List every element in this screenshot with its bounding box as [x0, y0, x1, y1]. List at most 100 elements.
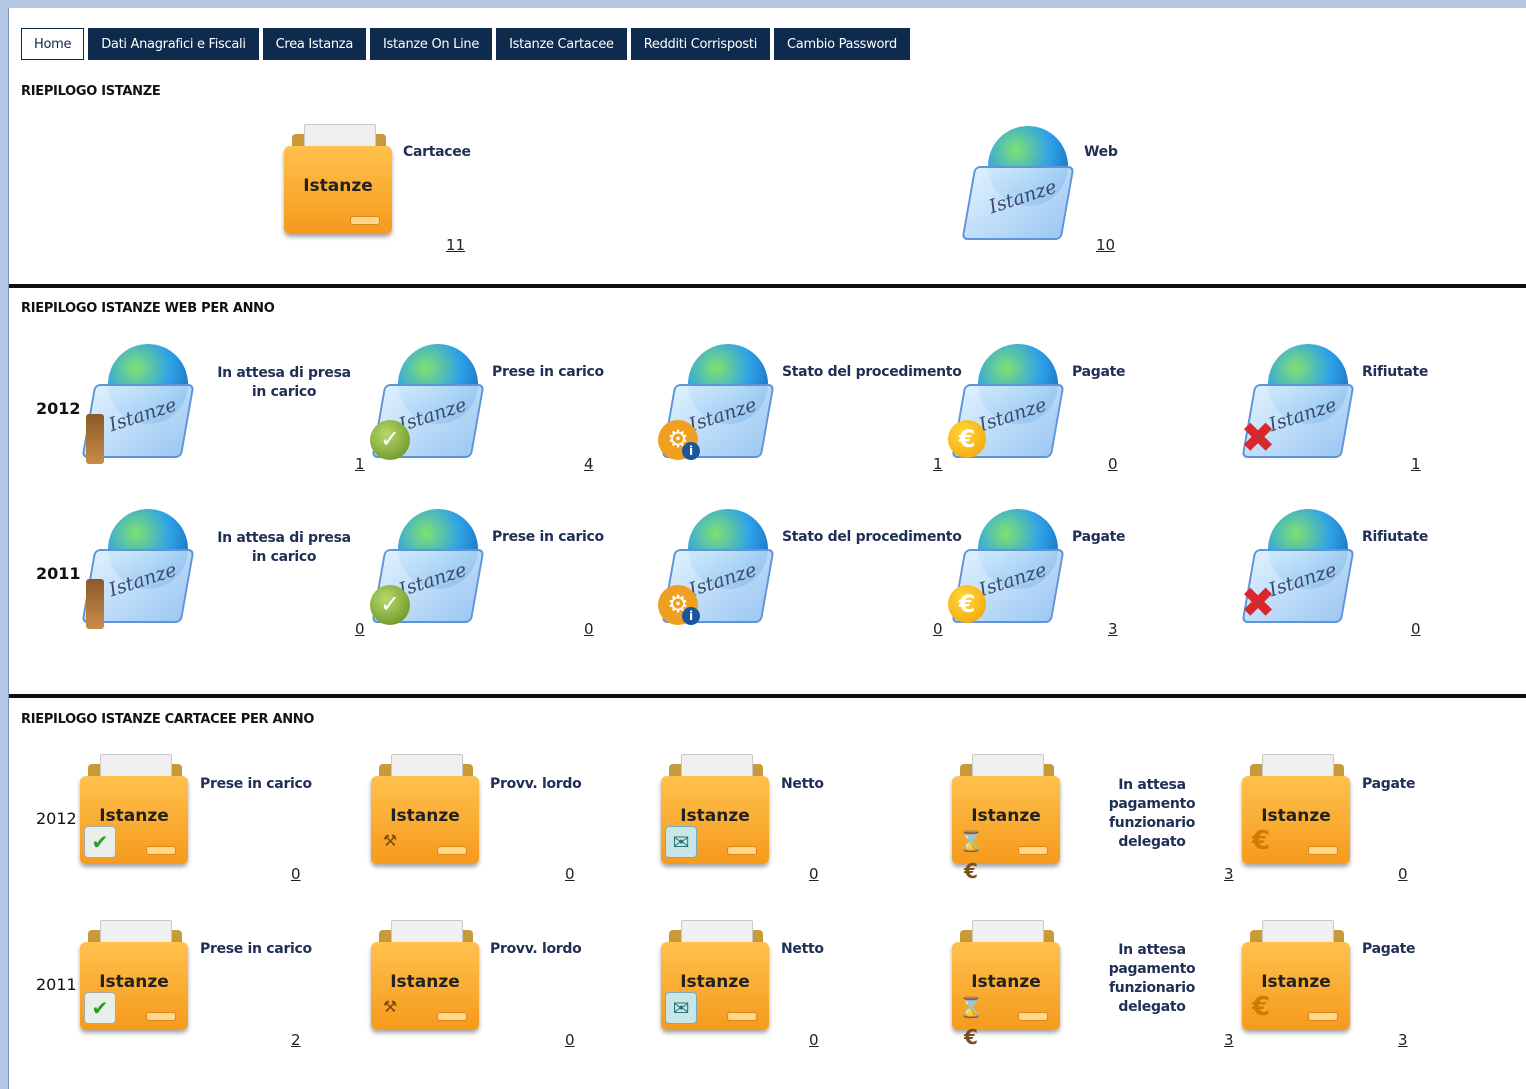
web-2012-pagate-count[interactable]: 0: [1108, 455, 1118, 473]
folder-slot: [727, 1012, 757, 1021]
hourglass-icon: [86, 579, 104, 629]
info-icon: i: [682, 442, 700, 460]
web-2011-pagate-icon[interactable]: Istanze €: [948, 507, 1073, 632]
web-2012-prese-label: Prese in carico: [492, 364, 604, 380]
folder-slot: [1308, 1012, 1338, 1021]
web-2011-stato-count[interactable]: 0: [933, 620, 943, 638]
year-label: 2011: [36, 564, 81, 583]
folder-text: Istanze: [99, 806, 169, 826]
tab-istanze-cartacee[interactable]: Istanze Cartacee: [496, 28, 627, 60]
cart-2012-prese-count[interactable]: 0: [291, 865, 301, 883]
web-2012-attesa-count[interactable]: 1: [355, 455, 365, 473]
cartacee-per-anno-title: RIEPILOGO ISTANZE CARTACEE PER ANNO: [21, 712, 315, 727]
red-x-icon: ✖: [1240, 413, 1276, 462]
folder-slot: [437, 1012, 467, 1021]
euro-icon: €: [1251, 992, 1271, 1022]
cart-2011-provv-count[interactable]: 0: [565, 1031, 575, 1049]
cart-2012-prese-label: Prese in carico: [200, 776, 312, 792]
gavel-icon: ⚒: [382, 997, 398, 1016]
folder-slot: [146, 1012, 176, 1021]
cart-2011-pagate-icon[interactable]: Istanze €: [1242, 920, 1352, 1035]
hourglass-euro-icon: ⌛€: [958, 829, 984, 883]
year-label: 2012: [36, 399, 81, 418]
web-2012-pagate-label: Pagate: [1072, 364, 1126, 380]
folder-slot: [727, 846, 757, 855]
tab-redditi-corrisposti[interactable]: Redditi Corrisposti: [630, 28, 771, 60]
cart-2012-pagate-label: Pagate: [1362, 776, 1416, 792]
web-2012-prese-count[interactable]: 4: [584, 455, 594, 473]
cart-2011-prese-count[interactable]: 2: [291, 1031, 301, 1049]
cart-2012-pagate-icon[interactable]: Istanze €: [1242, 754, 1352, 869]
web-2011-pagate-count[interactable]: 3: [1108, 620, 1118, 638]
folder-slot: [1018, 1012, 1048, 1021]
folder-slot: [437, 846, 467, 855]
cart-2011-attesa-count[interactable]: 3: [1224, 1031, 1234, 1049]
cart-2012-netto-label: Netto: [781, 776, 824, 792]
web-2011-rifiutate-label: Rifiutate: [1362, 529, 1429, 545]
info-icon: i: [682, 607, 700, 625]
web-2012-rifiutate-count[interactable]: 1: [1411, 455, 1421, 473]
web-2011-attesa-count[interactable]: 0: [355, 620, 365, 638]
year-label: 2011: [36, 975, 77, 994]
cart-2011-pagate-count[interactable]: 3: [1398, 1031, 1408, 1049]
cart-2012-provv-icon[interactable]: Istanze ⚒: [371, 754, 481, 869]
folder-text: Istanze: [390, 972, 460, 992]
tab-home[interactable]: Home: [21, 28, 85, 60]
web-2012-stato-count[interactable]: 1: [933, 455, 943, 473]
tab-crea-istanza[interactable]: Crea Istanza: [262, 28, 366, 60]
web-count-link[interactable]: 10: [1096, 236, 1115, 254]
web-2011-prese-count[interactable]: 0: [584, 620, 594, 638]
web-2011-prese-icon[interactable]: Istanze ✓: [368, 507, 493, 632]
cart-2012-pagate-count[interactable]: 0: [1398, 865, 1408, 883]
web-2011-rifiutate-icon[interactable]: Istanze ✖: [1238, 507, 1363, 632]
tab-dati-anagrafici[interactable]: Dati Anagrafici e Fiscali: [88, 28, 259, 60]
web-2012-prese-icon[interactable]: Istanze ✓: [368, 342, 493, 467]
window-left-line: [8, 8, 9, 1089]
check-icon: ✓: [370, 420, 410, 460]
main-nav: Home Dati Anagrafici e Fiscali Crea Ista…: [21, 28, 910, 60]
web-2011-stato-icon[interactable]: Istanze ⚙ i: [658, 507, 783, 632]
section-divider: [9, 284, 1526, 288]
web-label: Web: [1084, 144, 1118, 160]
gavel-icon: ⚒: [382, 831, 398, 850]
check-icon: ✓: [370, 585, 410, 625]
tab-istanze-online[interactable]: Istanze On Line: [370, 28, 493, 60]
web-2011-attesa-icon[interactable]: Istanze: [78, 507, 203, 632]
cartacee-folder-icon[interactable]: Istanze: [284, 124, 394, 239]
document-check-icon: ✔: [84, 826, 116, 858]
year-label: 2012: [36, 809, 77, 828]
web-2012-attesa-icon[interactable]: Istanze: [78, 342, 203, 467]
cart-2012-netto-count[interactable]: 0: [809, 865, 819, 883]
euro-icon: €: [1251, 826, 1271, 856]
web-2012-rifiutate-label: Rifiutate: [1362, 364, 1429, 380]
web-2011-rifiutate-count[interactable]: 0: [1411, 620, 1421, 638]
cart-2011-netto-label: Netto: [781, 941, 824, 957]
cart-2012-prese-icon[interactable]: Istanze ✔: [80, 754, 190, 869]
cartacee-count-link[interactable]: 11: [446, 236, 465, 254]
cart-2011-prese-label: Prese in carico: [200, 941, 312, 957]
cart-2011-pagate-label: Pagate: [1362, 941, 1416, 957]
tab-cambio-password[interactable]: Cambio Password: [774, 28, 910, 60]
cart-2011-provv-icon[interactable]: Istanze ⚒: [371, 920, 481, 1035]
web-2012-pagate-icon[interactable]: Istanze €: [948, 342, 1073, 467]
hourglass-icon: [86, 414, 104, 464]
riepilogo-title: RIEPILOGO ISTANZE: [21, 84, 161, 99]
cart-2011-attesa-icon[interactable]: Istanze ⌛€: [952, 920, 1062, 1049]
cart-2012-attesa-count[interactable]: 3: [1224, 865, 1234, 883]
red-x-icon: ✖: [1240, 578, 1276, 627]
gear-info-icon: ⚙ i: [658, 585, 700, 625]
cart-2011-netto-icon[interactable]: Istanze ✉: [661, 920, 771, 1035]
folder-text: Istanze: [971, 972, 1041, 992]
cart-2011-netto-count[interactable]: 0: [809, 1031, 819, 1049]
folder-text: Istanze: [680, 972, 750, 992]
cart-2011-prese-icon[interactable]: Istanze ✔: [80, 920, 190, 1035]
web-2012-rifiutate-icon[interactable]: Istanze ✖: [1238, 342, 1363, 467]
folder-slot: [1308, 846, 1338, 855]
web-globe-icon[interactable]: Istanze: [958, 124, 1083, 249]
euro-icon: €: [948, 585, 986, 623]
folder-text: Istanze: [680, 806, 750, 826]
cart-2012-netto-icon[interactable]: Istanze ✉: [661, 754, 771, 869]
web-2012-stato-icon[interactable]: Istanze ⚙ i: [658, 342, 783, 467]
cart-2012-attesa-icon[interactable]: Istanze ⌛€: [952, 754, 1062, 883]
cart-2012-provv-count[interactable]: 0: [565, 865, 575, 883]
